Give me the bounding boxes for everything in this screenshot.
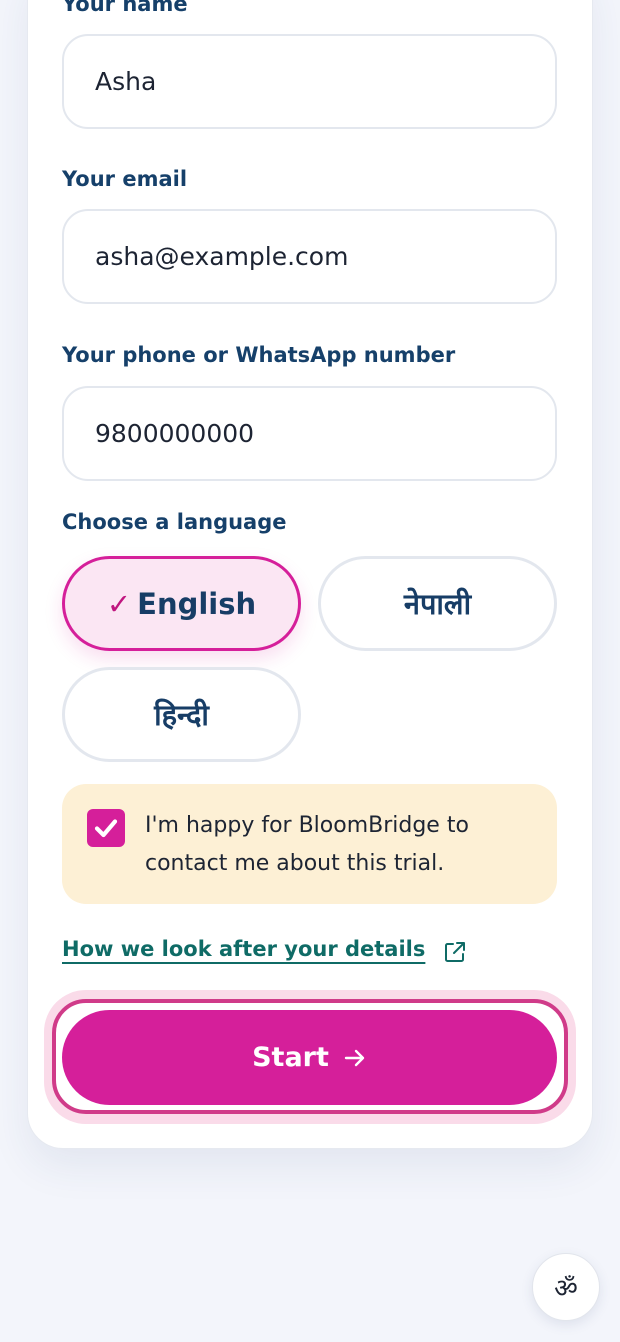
email-label: Your email — [62, 167, 188, 191]
language-switch-button[interactable]: ॐ — [532, 1253, 600, 1321]
privacy-link[interactable]: How we look after your details — [62, 937, 425, 961]
name-input[interactable] — [95, 67, 555, 96]
consent-text: I'm happy for BloomBridge to contact me … — [145, 813, 469, 876]
name-label: Your name — [62, 0, 188, 16]
phone-label: Your phone or WhatsApp number — [62, 343, 456, 367]
consent-checkbox[interactable] — [87, 809, 125, 847]
language-option-label: नेपाली — [403, 587, 472, 621]
external-link-icon[interactable] — [443, 940, 467, 964]
start-button[interactable]: Start — [62, 1010, 557, 1105]
language-option-english[interactable]: ✓ English — [62, 556, 301, 651]
email-input[interactable] — [95, 242, 555, 271]
start-button-label: Start — [252, 1042, 329, 1073]
checkmark-icon — [94, 819, 118, 838]
language-switch-icon: ॐ — [554, 1274, 578, 1304]
phone-field[interactable] — [62, 386, 557, 481]
language-option-label: हिन्दी — [154, 698, 209, 732]
name-field[interactable] — [62, 34, 557, 129]
language-label: Choose a language — [62, 510, 287, 534]
language-option-nepali[interactable]: नेपाली — [318, 556, 557, 651]
email-field[interactable] — [62, 209, 557, 304]
check-icon: ✓ — [106, 586, 132, 621]
phone-input[interactable] — [95, 419, 555, 448]
language-option-hindi[interactable]: हिन्दी — [62, 667, 301, 762]
consent-box: I'm happy for BloomBridge to contact me … — [62, 784, 557, 904]
language-option-label: English — [137, 586, 257, 621]
arrow-right-icon — [343, 1046, 367, 1070]
